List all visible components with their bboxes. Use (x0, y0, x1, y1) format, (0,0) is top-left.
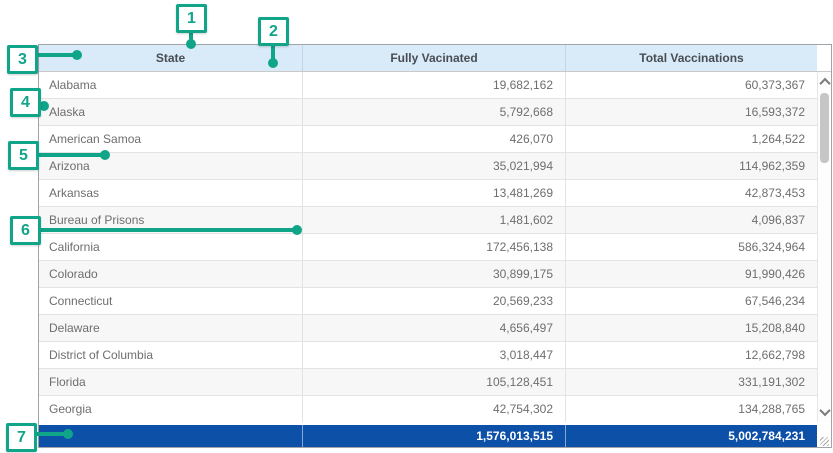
callout-marker-1: 1 (176, 4, 207, 33)
scroll-down-button[interactable] (818, 405, 832, 419)
total-vaccinations-cell: 12,662,798 (566, 342, 817, 368)
resize-grip-icon (820, 437, 829, 446)
state-cell: Florida (39, 369, 303, 395)
dashboard-canvas: State Fully Vacinated Total Vaccinations… (0, 0, 833, 453)
scroll-up-button[interactable] (818, 75, 832, 89)
state-cell: Arkansas (39, 180, 303, 206)
fully-vaccinated-cell: 426,070 (303, 126, 566, 152)
total-vaccinations-cell: 60,373,367 (566, 72, 817, 98)
state-cell: Delaware (39, 315, 303, 341)
callout-marker-6: 6 (10, 216, 41, 245)
table-row[interactable]: Arizona35,021,994114,962,359 (39, 153, 831, 180)
table-row[interactable]: American Samoa426,0701,264,522 (39, 126, 831, 153)
table-row[interactable]: California172,456,138586,324,964 (39, 234, 831, 261)
state-cell: Georgia (39, 396, 303, 422)
callout-line-3 (35, 53, 77, 57)
callout-dot-7 (63, 429, 73, 439)
total-vaccinations-cell: 15,208,840 (566, 315, 817, 341)
table-row[interactable]: Georgia42,754,302134,288,765 (39, 396, 831, 422)
callout-dot-3 (72, 50, 82, 60)
table-body: Alabama19,682,16260,373,367Alaska5,792,6… (39, 72, 831, 422)
fully-vaccinated-cell: 20,569,233 (303, 288, 566, 314)
total-vaccinations-cell: 91,990,426 (566, 261, 817, 287)
header-scrollbar-spacer (817, 45, 831, 71)
totals-row: 1,576,013,515 5,002,784,231 (39, 425, 817, 447)
total-vaccinations-cell: 42,873,453 (566, 180, 817, 206)
state-cell: Alabama (39, 72, 303, 98)
table-header: State Fully Vacinated Total Vaccinations (39, 45, 831, 72)
fully-vaccinated-cell: 5,792,668 (303, 99, 566, 125)
state-cell: District of Columbia (39, 342, 303, 368)
callout-marker-3: 3 (7, 45, 38, 74)
scrollbar-thumb[interactable] (820, 93, 829, 163)
callout-line-5 (36, 153, 102, 157)
chevron-down-icon (819, 405, 830, 416)
fully-vaccinated-cell: 3,018,447 (303, 342, 566, 368)
fully-vaccinated-cell: 35,021,994 (303, 153, 566, 179)
table-row[interactable]: Alabama19,682,16260,373,367 (39, 72, 831, 99)
callout-marker-2: 2 (258, 17, 289, 46)
callout-line-6 (36, 228, 294, 232)
table-row[interactable]: Colorado30,899,17591,990,426 (39, 261, 831, 288)
state-cell: California (39, 234, 303, 260)
fully-vaccinated-cell: 30,899,175 (303, 261, 566, 287)
callout-dot-5 (100, 150, 110, 160)
total-vaccinations-cell: 67,546,234 (566, 288, 817, 314)
fully-vaccinated-cell: 4,656,497 (303, 315, 566, 341)
total-vaccinations-cell: 1,264,522 (566, 126, 817, 152)
table-row[interactable]: Connecticut20,569,23367,546,234 (39, 288, 831, 315)
totals-total-vaccinations: 5,002,784,231 (566, 425, 817, 447)
state-cell: American Samoa (39, 126, 303, 152)
total-vaccinations-cell: 4,096,837 (566, 207, 817, 233)
vaccinations-table: State Fully Vacinated Total Vaccinations… (38, 44, 832, 448)
fully-vaccinated-cell: 172,456,138 (303, 234, 566, 260)
total-vaccinations-cell: 16,593,372 (566, 99, 817, 125)
total-vaccinations-cell: 134,288,765 (566, 396, 817, 422)
table-row[interactable]: Arkansas13,481,26942,873,453 (39, 180, 831, 207)
state-cell: Colorado (39, 261, 303, 287)
totals-fully-vaccinated: 1,576,013,515 (303, 425, 566, 447)
fully-vaccinated-cell: 105,128,451 (303, 369, 566, 395)
table-row[interactable]: Alaska5,792,66816,593,372 (39, 99, 831, 126)
column-header-total-vaccinations[interactable]: Total Vaccinations (566, 45, 817, 71)
callout-dot-6 (292, 225, 302, 235)
fully-vaccinated-cell: 42,754,302 (303, 396, 566, 422)
fully-vaccinated-cell: 19,682,162 (303, 72, 566, 98)
callout-marker-5: 5 (8, 141, 39, 170)
total-vaccinations-cell: 586,324,964 (566, 234, 817, 260)
column-header-fully-vaccinated[interactable]: Fully Vacinated (303, 45, 566, 71)
total-vaccinations-cell: 331,191,302 (566, 369, 817, 395)
fully-vaccinated-cell: 1,481,602 (303, 207, 566, 233)
callout-marker-7: 7 (6, 423, 37, 452)
total-vaccinations-cell: 114,962,359 (566, 153, 817, 179)
callout-dot-1 (186, 39, 196, 49)
totals-state-cell (39, 425, 303, 447)
callout-marker-4: 4 (10, 88, 41, 117)
callout-dot-2 (268, 58, 278, 68)
state-cell: Connecticut (39, 288, 303, 314)
table-row[interactable]: Florida105,128,451331,191,302 (39, 369, 831, 396)
fully-vaccinated-cell: 13,481,269 (303, 180, 566, 206)
vertical-scrollbar[interactable] (817, 72, 831, 422)
state-cell: Alaska (39, 99, 303, 125)
table-row[interactable]: District of Columbia3,018,44712,662,798 (39, 342, 831, 369)
chevron-up-icon (819, 78, 830, 89)
table-row[interactable]: Delaware4,656,49715,208,840 (39, 315, 831, 342)
